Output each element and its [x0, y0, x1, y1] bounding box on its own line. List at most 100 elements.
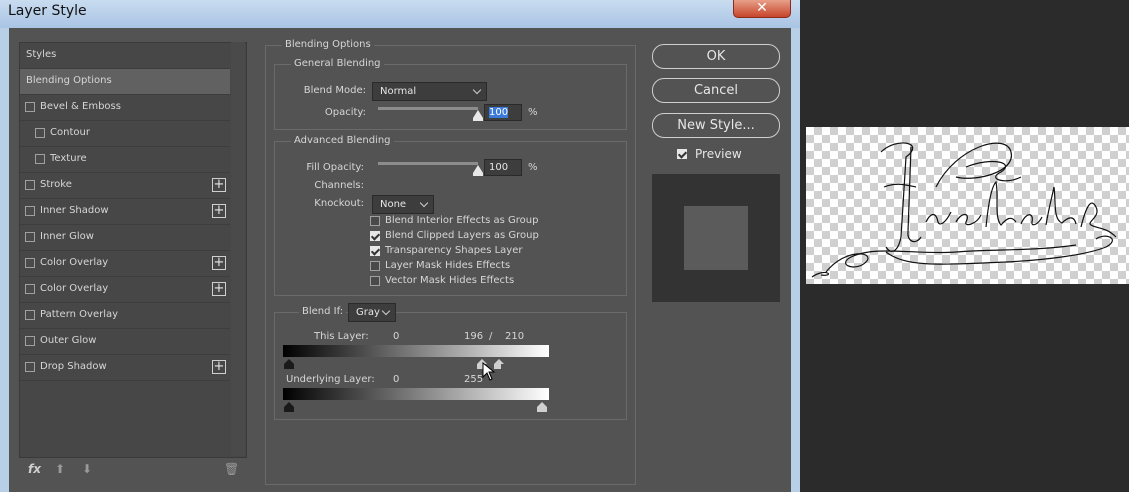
trash-icon[interactable]: 🗑: [224, 462, 239, 476]
style-item-checkbox[interactable]: [25, 310, 35, 320]
style-item-label: Inner Glow: [40, 231, 94, 242]
style-item-label: Stroke: [40, 179, 72, 190]
underlying-black-stop[interactable]: [284, 402, 294, 413]
opacity-value: 100: [489, 107, 509, 118]
style-item-label: Contour: [50, 127, 90, 138]
style-item-label: Bevel & Emboss: [40, 101, 121, 112]
style-item-color-overlay[interactable]: Color Overlay +: [20, 277, 230, 303]
underlying-low-value: 0: [393, 374, 400, 385]
add-effect-plus-icon[interactable]: +: [212, 256, 226, 270]
underlying-high-value: 255: [464, 374, 484, 385]
fx-icon[interactable]: fx: [28, 462, 41, 476]
style-item-label: Pattern Overlay: [40, 309, 119, 320]
style-item-stroke[interactable]: Stroke +: [20, 173, 230, 199]
checkbox-layer-mask-hides-effects[interactable]: [370, 261, 380, 271]
checkbox-label: Transparency Shapes Layer: [385, 245, 523, 256]
cancel-button[interactable]: Cancel: [652, 78, 780, 103]
add-effect-plus-icon[interactable]: +: [212, 178, 226, 192]
add-effect-plus-icon[interactable]: +: [212, 204, 226, 218]
checkbox-label: Vector Mask Hides Effects: [385, 275, 515, 286]
add-effect-plus-icon[interactable]: +: [212, 360, 226, 374]
blend-if-group: [274, 312, 627, 420]
style-preview-swatch: [684, 206, 748, 270]
opacity-slider-track[interactable]: [378, 107, 478, 110]
preview-label: Preview: [695, 147, 742, 161]
checkbox-transparency-shapes-layer[interactable]: [370, 246, 380, 256]
style-item-texture[interactable]: Texture: [20, 147, 230, 173]
underlying-layer-gradient: [283, 388, 549, 400]
checkbox-blend-interior-effects-as-group[interactable]: [370, 216, 380, 226]
window-title: Layer Style: [8, 3, 87, 19]
this-layer-high-value-b: 210: [505, 331, 525, 342]
opacity-label: Opacity:: [324, 107, 366, 118]
checkbox-blend-clipped-layers-as-group[interactable]: [370, 231, 380, 241]
preview-checkbox[interactable]: [677, 149, 687, 159]
style-item-checkbox[interactable]: [35, 128, 45, 138]
window-frame-right: [791, 28, 800, 492]
style-item-checkbox[interactable]: [25, 284, 35, 294]
knockout-label: Knockout:: [314, 198, 364, 209]
style-item-bevel-emboss[interactable]: Bevel & Emboss: [20, 95, 230, 121]
style-item-styles[interactable]: Styles: [20, 43, 230, 69]
this-layer-low-value: 0: [393, 331, 400, 342]
style-item-pattern-overlay[interactable]: Pattern Overlay: [20, 303, 230, 329]
style-item-label: Color Overlay: [40, 283, 109, 294]
move-down-icon[interactable]: ⬇: [82, 462, 92, 476]
this-layer-label: This Layer:: [314, 331, 369, 342]
blend-mode-label: Blend Mode:: [303, 85, 366, 96]
style-item-checkbox[interactable]: [35, 154, 45, 164]
close-button[interactable]: ✕: [733, 0, 791, 18]
style-item-color-overlay[interactable]: Color Overlay +: [20, 251, 230, 277]
style-item-label: Color Overlay: [40, 257, 109, 268]
style-item-inner-shadow[interactable]: Inner Shadow +: [20, 199, 230, 225]
blending-options-title: Blending Options: [282, 39, 374, 50]
ok-button[interactable]: OK: [652, 44, 780, 69]
underlying-layer-label: Underlying Layer:: [286, 374, 375, 385]
blend-if-dropdown[interactable]: Gray: [348, 303, 396, 322]
document-canvas[interactable]: [806, 127, 1129, 284]
style-item-inner-glow[interactable]: Inner Glow: [20, 225, 230, 251]
style-item-label: Styles: [26, 49, 57, 60]
new-style-button[interactable]: New Style...: [652, 113, 780, 138]
style-item-blending-options[interactable]: Blending Options: [20, 69, 230, 95]
opacity-input[interactable]: 100: [484, 104, 522, 121]
channels-label: Channels:: [314, 180, 364, 191]
style-item-outer-glow[interactable]: Outer Glow: [20, 329, 230, 355]
style-item-checkbox[interactable]: [25, 258, 35, 268]
style-item-label: Inner Shadow: [40, 205, 109, 216]
style-item-label: Blending Options: [26, 75, 112, 86]
signature-artwork: [811, 142, 1117, 278]
styles-scrollbar[interactable]: [231, 42, 245, 456]
title-bar: Layer Style ✕: [0, 0, 800, 28]
advanced-blending-title: Advanced Blending: [291, 135, 394, 146]
mouse-cursor-icon: [482, 362, 496, 381]
move-up-icon[interactable]: ⬆: [55, 462, 65, 476]
fill-opacity-label: Fill Opacity:: [306, 162, 364, 173]
checkbox-label: Blend Interior Effects as Group: [385, 215, 539, 226]
style-item-contour[interactable]: Contour: [20, 121, 230, 147]
style-item-drop-shadow[interactable]: Drop Shadow +: [20, 355, 230, 381]
this-layer-black-stop[interactable]: [284, 359, 294, 370]
opacity-slider-thumb[interactable]: [473, 110, 483, 121]
style-item-checkbox[interactable]: [25, 102, 35, 112]
blend-mode-dropdown[interactable]: Normal: [372, 82, 487, 101]
this-layer-separator: /: [489, 331, 493, 342]
general-blending-title: General Blending: [291, 58, 384, 69]
checkbox-vector-mask-hides-effects[interactable]: [370, 276, 380, 286]
style-item-checkbox[interactable]: [25, 206, 35, 216]
style-item-checkbox[interactable]: [25, 362, 35, 372]
fill-opacity-slider-thumb[interactable]: [473, 165, 483, 176]
this-layer-gradient: [283, 345, 549, 357]
style-item-label: Outer Glow: [40, 335, 97, 346]
checkbox-label: Layer Mask Hides Effects: [385, 260, 511, 271]
style-item-checkbox[interactable]: [25, 232, 35, 242]
close-icon: ✕: [756, 0, 768, 16]
fill-opacity-input[interactable]: 100: [484, 159, 522, 176]
style-item-checkbox[interactable]: [25, 336, 35, 346]
knockout-dropdown[interactable]: None: [372, 195, 434, 214]
add-effect-plus-icon[interactable]: +: [212, 282, 226, 296]
fill-opacity-slider-track[interactable]: [378, 162, 478, 165]
window-frame-left: [0, 28, 9, 492]
underlying-white-stop[interactable]: [537, 402, 547, 413]
style-item-checkbox[interactable]: [25, 180, 35, 190]
